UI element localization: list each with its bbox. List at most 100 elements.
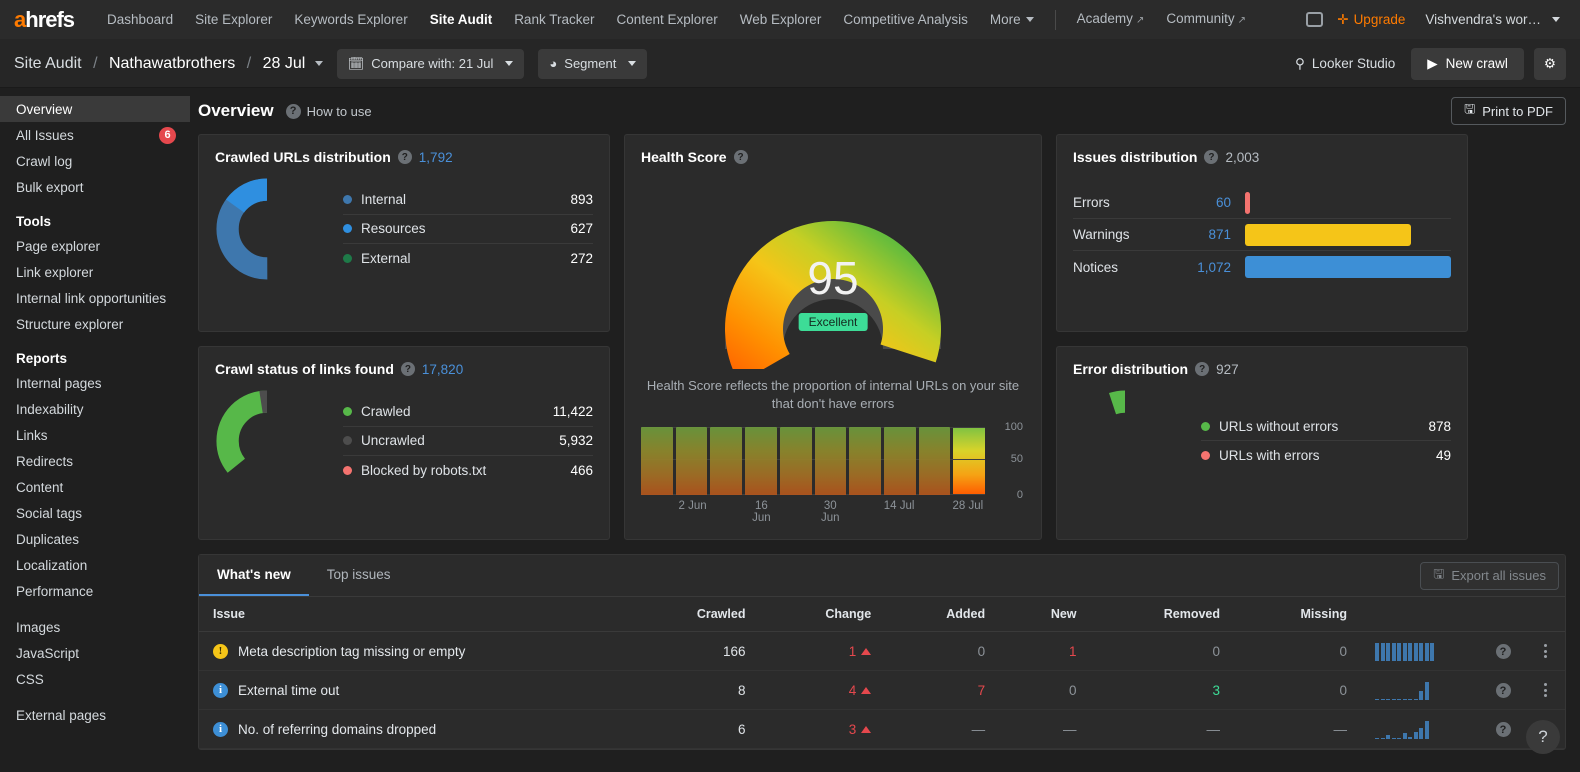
- issues-row-value[interactable]: 60: [1183, 195, 1231, 210]
- sidebar-item-links[interactable]: Links: [0, 422, 190, 448]
- sidebar-item-structure-explorer[interactable]: Structure explorer: [0, 311, 190, 337]
- nav-link-dashboard[interactable]: Dashboard: [96, 0, 184, 40]
- column-header-crawled[interactable]: Crawled: [629, 597, 760, 632]
- sidebar-item-images[interactable]: Images: [0, 614, 190, 640]
- sidebar-item-social-tags[interactable]: Social tags: [0, 500, 190, 526]
- sidebar-item-external-pages[interactable]: External pages: [0, 702, 190, 728]
- help-icon[interactable]: ?: [1195, 362, 1210, 376]
- help-icon[interactable]: ?: [1204, 150, 1219, 164]
- cell-issue[interactable]: i No. of referring domains dropped: [199, 709, 629, 749]
- breadcrumb-project[interactable]: Nathawatbrothers: [109, 55, 235, 72]
- row-help-icon[interactable]: ?: [1495, 722, 1511, 738]
- health-history-bar[interactable]: [918, 427, 951, 495]
- row-help-icon[interactable]: ?: [1495, 683, 1511, 699]
- sidebar-item-all-issues[interactable]: All Issues 6: [0, 122, 190, 148]
- legend-row[interactable]: Internal 893: [343, 186, 593, 215]
- nav-link-academy[interactable]: Academy ↗: [1066, 0, 1156, 41]
- looker-studio-button[interactable]: ⚲ Looker Studio: [1295, 56, 1395, 72]
- tab-what-s-new[interactable]: What's new: [199, 555, 309, 596]
- legend-row[interactable]: Crawled 11,422: [343, 398, 593, 427]
- date-selector[interactable]: 28 Jul: [263, 55, 306, 72]
- crawl-status-total[interactable]: 17,820: [422, 362, 463, 377]
- sidebar-item-redirects[interactable]: Redirects: [0, 448, 190, 474]
- sidebar-item-javascript[interactable]: JavaScript: [0, 640, 190, 666]
- chevron-down-icon[interactable]: [1552, 17, 1560, 22]
- health-history-bar[interactable]: [883, 427, 916, 495]
- nav-link-more[interactable]: More: [979, 0, 1045, 40]
- cell-issue[interactable]: ! Meta description tag missing or empty: [199, 631, 629, 671]
- upgrade-button[interactable]: ✛ Upgrade: [1327, 12, 1415, 28]
- sidebar-item-bulk-export[interactable]: Bulk export: [0, 174, 190, 200]
- health-history-bar[interactable]: [779, 427, 812, 495]
- legend-row[interactable]: URLs with errors 49: [1201, 441, 1451, 470]
- export-all-issues-button[interactable]: 🖫 Export all issues: [1420, 561, 1559, 590]
- nav-link-site-audit[interactable]: Site Audit: [419, 0, 504, 40]
- nav-link-rank-tracker[interactable]: Rank Tracker: [503, 0, 605, 40]
- workspace-name[interactable]: Vishvendra's wor…: [1415, 12, 1547, 27]
- issues-row-value[interactable]: 1,072: [1183, 260, 1231, 275]
- breadcrumb-app[interactable]: Site Audit: [14, 55, 82, 72]
- sidebar-item-performance[interactable]: Performance: [0, 578, 190, 604]
- nav-link-web-explorer[interactable]: Web Explorer: [729, 0, 833, 40]
- issues-distribution-row[interactable]: Notices 1,072: [1073, 251, 1451, 283]
- table-row[interactable]: ! Meta description tag missing or empty 16…: [199, 631, 1565, 671]
- sidebar-item-css[interactable]: CSS: [0, 666, 190, 692]
- row-menu-icon[interactable]: [1539, 683, 1551, 697]
- issues-row-value[interactable]: 871: [1183, 227, 1231, 242]
- ahrefs-logo[interactable]: ahrefs: [14, 7, 75, 33]
- column-header-added[interactable]: Added: [885, 597, 1000, 632]
- new-crawl-button[interactable]: ▶ New crawl: [1411, 47, 1524, 80]
- help-floating-button[interactable]: ?: [1526, 720, 1560, 754]
- column-header-removed[interactable]: Removed: [1090, 597, 1235, 632]
- legend-row[interactable]: URLs without errors 878: [1201, 412, 1451, 441]
- column-header-new[interactable]: New: [999, 597, 1091, 632]
- issues-distribution-row[interactable]: Warnings 871: [1073, 219, 1451, 251]
- table-row[interactable]: i No. of referring domains dropped 6 3— — — —?: [199, 709, 1565, 749]
- sidebar-item-localization[interactable]: Localization: [0, 552, 190, 578]
- sidebar-item-content[interactable]: Content: [0, 474, 190, 500]
- sidebar-item-indexability[interactable]: Indexability: [0, 396, 190, 422]
- table-row[interactable]: i External time out 8 4 7 0 3 0?: [199, 670, 1565, 710]
- legend-row[interactable]: Blocked by robots.txt 466: [343, 456, 593, 485]
- nav-link-competitive-analysis[interactable]: Competitive Analysis: [832, 0, 979, 40]
- help-icon[interactable]: ?: [733, 150, 748, 164]
- date-chevron-down-icon[interactable]: [314, 60, 323, 66]
- sidebar-item-internal-pages[interactable]: Internal pages: [0, 370, 190, 396]
- nav-link-content-explorer[interactable]: Content Explorer: [605, 0, 728, 40]
- legend-row[interactable]: Resources 627: [343, 215, 593, 244]
- row-help-icon[interactable]: ?: [1495, 644, 1511, 660]
- row-menu-icon[interactable]: [1539, 644, 1551, 658]
- health-history-bar[interactable]: [953, 427, 986, 495]
- sidebar-item-overview[interactable]: Overview: [0, 96, 190, 122]
- segment-button[interactable]: ◕ Segment: [538, 48, 648, 79]
- column-header-issue[interactable]: Issue: [199, 597, 629, 632]
- cell-issue[interactable]: i External time out: [199, 670, 629, 710]
- sidebar-item-internal-link-opportunities[interactable]: Internal link opportunities: [0, 285, 190, 311]
- print-to-pdf-button[interactable]: 🖫 Print to PDF: [1451, 97, 1566, 125]
- nav-link-keywords-explorer[interactable]: Keywords Explorer: [283, 0, 418, 40]
- health-history-bar[interactable]: [675, 427, 708, 495]
- sidebar-item-duplicates[interactable]: Duplicates: [0, 526, 190, 552]
- help-icon[interactable]: ?: [397, 150, 412, 164]
- legend-row[interactable]: Uncrawled 5,932: [343, 427, 593, 456]
- column-header-missing[interactable]: Missing: [1234, 597, 1361, 632]
- nav-link-community[interactable]: Community ↗: [1155, 0, 1257, 41]
- sidebar-item-page-explorer[interactable]: Page explorer: [0, 233, 190, 259]
- sidebar-item-crawl-log[interactable]: Crawl log: [0, 148, 190, 174]
- legend-row[interactable]: External 272: [343, 244, 593, 273]
- column-header-change[interactable]: Change: [759, 597, 886, 632]
- tab-top-issues[interactable]: Top issues: [309, 555, 409, 596]
- issues-distribution-row[interactable]: Errors 60: [1073, 187, 1451, 219]
- how-to-use-link[interactable]: ? How to use: [285, 103, 372, 119]
- crawled-urls-total[interactable]: 1,792: [419, 150, 453, 165]
- monitor-icon[interactable]: [1306, 12, 1324, 27]
- compare-with-button[interactable]: 🗓 Compare with: 21 Jul: [336, 48, 525, 79]
- nav-link-site-explorer[interactable]: Site Explorer: [184, 0, 283, 40]
- health-history-bar[interactable]: [849, 427, 881, 495]
- health-history-bar[interactable]: [745, 427, 777, 495]
- health-history-bar[interactable]: [814, 427, 847, 495]
- health-history-bar[interactable]: [641, 427, 673, 495]
- settings-button[interactable]: ⚙: [1533, 47, 1566, 80]
- help-icon[interactable]: ?: [400, 362, 415, 376]
- health-history-bar[interactable]: [710, 427, 743, 495]
